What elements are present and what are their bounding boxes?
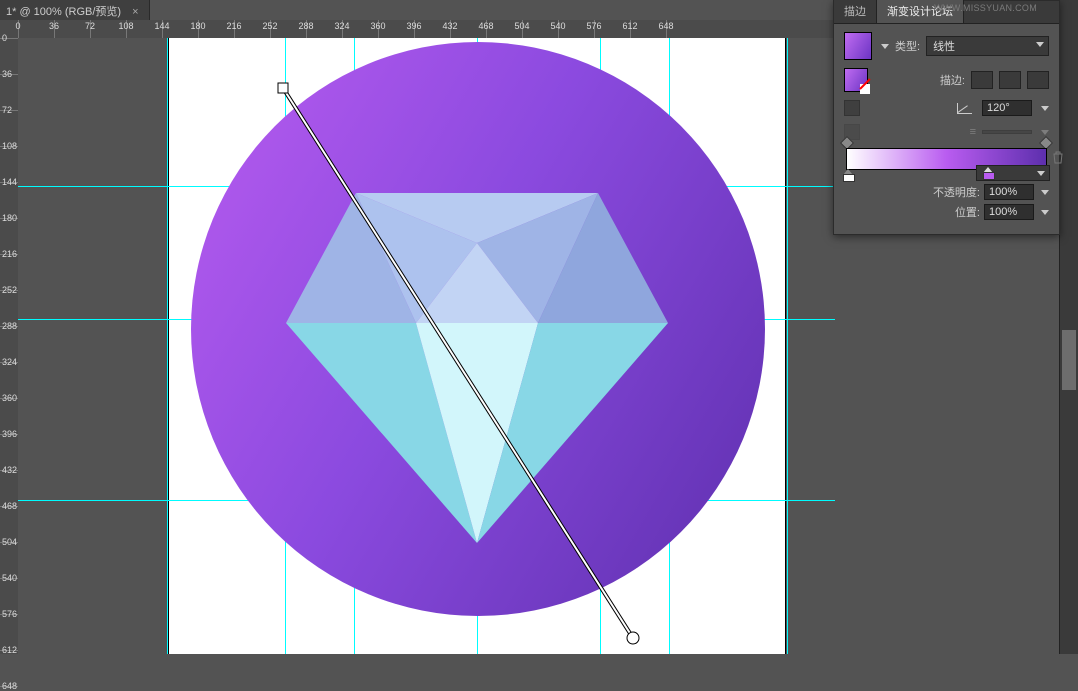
fill-stroke-swatch[interactable] bbox=[844, 68, 868, 92]
ruler-tick-label: 72 bbox=[85, 21, 95, 31]
reverse-gradient-icon[interactable] bbox=[844, 100, 860, 116]
scroll-thumb[interactable] bbox=[1062, 330, 1076, 390]
ruler-horizontal[interactable]: 0 36 72 108 144 180 216 252 288 324 360 396 432 468 50… bbox=[0, 20, 835, 39]
angle-stepper-icon[interactable] bbox=[1041, 106, 1049, 111]
aspect-stepper-icon bbox=[1041, 130, 1049, 135]
ruler-tick-label: 540 bbox=[2, 573, 17, 583]
ruler-tick-label: 648 bbox=[658, 21, 673, 31]
ruler-tick-label: 180 bbox=[2, 213, 17, 223]
type-select[interactable]: 线性 bbox=[926, 36, 1049, 56]
dash-icon: ≡ bbox=[970, 126, 976, 138]
color-stop[interactable] bbox=[976, 165, 1050, 181]
ruler-tick-label: 288 bbox=[298, 21, 313, 31]
ruler-tick-label: 612 bbox=[622, 21, 637, 31]
ruler-tick-label: 396 bbox=[406, 21, 421, 31]
ruler-tick-label: 108 bbox=[2, 141, 17, 151]
close-icon[interactable]: × bbox=[132, 6, 138, 18]
guide-vertical[interactable] bbox=[167, 38, 168, 654]
artwork-diamond bbox=[286, 193, 668, 543]
ruler-tick-label: 180 bbox=[190, 21, 205, 31]
ruler-tick-label: 144 bbox=[2, 177, 17, 187]
angle-icon bbox=[957, 103, 972, 114]
tab-stroke[interactable]: 描边 bbox=[834, 0, 876, 23]
ruler-tick-label: 288 bbox=[2, 321, 17, 331]
ruler-tick-label: 72 bbox=[2, 105, 12, 115]
opacity-field[interactable]: 100% bbox=[984, 184, 1034, 200]
gradient-ramp[interactable] bbox=[846, 148, 1047, 170]
stroke-align-2[interactable] bbox=[999, 71, 1021, 89]
watermark: WWW.MISSYUAN.COM bbox=[934, 3, 1037, 13]
document-tab[interactable]: 1* @ 100% (RGB/预览) × bbox=[0, 0, 150, 22]
aspect-field bbox=[982, 130, 1032, 134]
gradient-swatch[interactable] bbox=[844, 32, 872, 60]
ruler-tick-label: 576 bbox=[586, 21, 601, 31]
canvas-stage[interactable] bbox=[18, 38, 835, 654]
type-label: 类型: bbox=[895, 38, 920, 54]
opacity-stepper-icon[interactable] bbox=[1041, 190, 1049, 195]
ruler-tick-label: 108 bbox=[118, 21, 133, 31]
ruler-tick-label: 576 bbox=[2, 609, 17, 619]
ruler-tick-label: 216 bbox=[226, 21, 241, 31]
stroke-align-3[interactable] bbox=[1027, 71, 1049, 89]
ruler-tick-label: 252 bbox=[2, 285, 17, 295]
right-dock-strip[interactable] bbox=[1059, 0, 1078, 654]
stroke-label: 描边: bbox=[940, 72, 965, 88]
ruler-tick-label: 504 bbox=[2, 537, 17, 547]
ruler-tick-label: 0 bbox=[2, 33, 7, 43]
ruler-tick-label: 504 bbox=[514, 21, 529, 31]
ruler-tick-label: 648 bbox=[2, 681, 17, 691]
ruler-tick-label: 396 bbox=[2, 429, 17, 439]
ruler-tick-label: 468 bbox=[2, 501, 17, 511]
ruler-tick-label: 360 bbox=[2, 393, 17, 403]
opacity-label: 不透明度: bbox=[933, 184, 980, 200]
ruler-vertical[interactable]: 0367210814418021625228832436039643246850… bbox=[0, 38, 19, 654]
position-stepper-icon[interactable] bbox=[1041, 210, 1049, 215]
position-label: 位置: bbox=[955, 204, 980, 220]
ruler-tick-label: 0 bbox=[15, 21, 20, 31]
ruler-tick-label: 540 bbox=[550, 21, 565, 31]
ruler-tick-label: 36 bbox=[2, 69, 12, 79]
ruler-tick-label: 324 bbox=[2, 357, 17, 367]
ruler-tick-label: 252 bbox=[262, 21, 277, 31]
trash-icon[interactable] bbox=[1051, 150, 1065, 167]
ruler-tick-label: 360 bbox=[370, 21, 385, 31]
color-stop[interactable] bbox=[843, 169, 853, 181]
ruler-tick-label: 144 bbox=[154, 21, 169, 31]
position-field[interactable]: 100% bbox=[984, 204, 1034, 220]
gradient-panel: WWW.MISSYUAN.COM 描边 渐变设计论坛 类型: 线性 描边: 12… bbox=[833, 0, 1060, 235]
document-title: 1* @ 100% (RGB/预览) bbox=[6, 6, 121, 18]
ruler-tick-label: 468 bbox=[478, 21, 493, 31]
guide-vertical[interactable] bbox=[787, 38, 788, 654]
ruler-tick-label: 36 bbox=[49, 21, 59, 31]
angle-field[interactable]: 120° bbox=[982, 100, 1032, 116]
ruler-tick-label: 216 bbox=[2, 249, 17, 259]
swatch-menu-icon[interactable] bbox=[881, 44, 889, 49]
ruler-tick-label: 432 bbox=[2, 465, 17, 475]
stroke-align-1[interactable] bbox=[971, 71, 993, 89]
ruler-tick-label: 324 bbox=[334, 21, 349, 31]
ruler-tick-label: 432 bbox=[442, 21, 457, 31]
